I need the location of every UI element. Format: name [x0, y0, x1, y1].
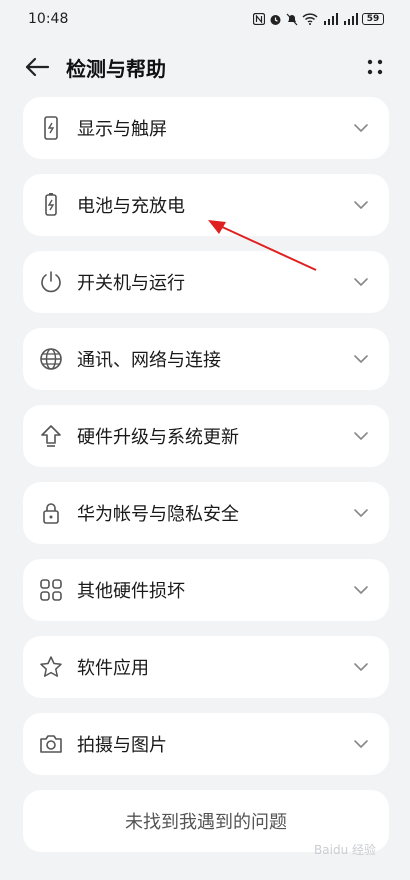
phone-touch-icon	[37, 114, 65, 142]
category-label: 显示与触屏	[77, 119, 167, 140]
status-icons: 59	[253, 13, 384, 26]
category-label: 开关机与运行	[77, 273, 185, 294]
lock-icon	[37, 499, 65, 527]
globe-icon	[37, 345, 65, 373]
status-time: 10:48	[28, 11, 69, 27]
back-arrow-icon[interactable]	[22, 52, 52, 82]
signal-2-icon	[342, 13, 358, 25]
star-icon	[37, 653, 65, 681]
page-title: 检测与帮助	[66, 56, 166, 81]
alarm-icon	[269, 13, 282, 26]
chevron-down-icon	[351, 580, 371, 600]
category-item-upgrade[interactable]: 硬件升级与系统更新	[23, 405, 389, 467]
header: 检测与帮助	[0, 38, 410, 96]
category-item-account-privacy[interactable]: 华为帐号与隐私安全	[23, 482, 389, 544]
category-item-battery[interactable]: 电池与充放电	[23, 174, 389, 236]
mute-icon	[286, 13, 298, 26]
chevron-down-icon	[351, 503, 371, 523]
category-item-software[interactable]: 软件应用	[23, 636, 389, 698]
signal-1-icon	[322, 13, 338, 25]
chevron-down-icon	[351, 349, 371, 369]
watermark: Baidu 经验	[314, 843, 376, 857]
battery-icon: 59	[362, 13, 384, 25]
status-bar: 10:48 59	[0, 0, 410, 38]
category-item-power[interactable]: 开关机与运行	[23, 251, 389, 313]
nfc-icon	[253, 13, 265, 25]
category-item-display-touch[interactable]: 显示与触屏	[23, 97, 389, 159]
wifi-icon	[302, 13, 318, 25]
category-item-network[interactable]: 通讯、网络与连接	[23, 328, 389, 390]
upgrade-arrow-icon	[37, 422, 65, 450]
battery-charging-icon	[37, 191, 65, 219]
chevron-down-icon	[351, 657, 371, 677]
camera-icon	[37, 730, 65, 758]
grid-apps-icon	[37, 576, 65, 604]
chevron-down-icon	[351, 426, 371, 446]
category-label: 其他硬件损坏	[77, 581, 185, 602]
category-label: 电池与充放电	[77, 196, 185, 217]
category-label: 通讯、网络与连接	[77, 350, 221, 371]
category-list: 显示与触屏 电池与充放电 开关机与运行 通讯、网络与连接 硬件升级与系统更新 华…	[23, 97, 389, 852]
category-label: 华为帐号与隐私安全	[77, 504, 239, 525]
chevron-down-icon	[351, 195, 371, 215]
power-icon	[37, 268, 65, 296]
category-label: 拍摄与图片	[77, 735, 167, 756]
category-item-hardware-damage[interactable]: 其他硬件损坏	[23, 559, 389, 621]
chevron-down-icon	[351, 734, 371, 754]
category-label: 软件应用	[77, 658, 149, 679]
chevron-down-icon	[351, 118, 371, 138]
chevron-down-icon	[351, 272, 371, 292]
category-label: 硬件升级与系统更新	[77, 427, 239, 448]
more-dots-icon[interactable]	[360, 52, 390, 82]
category-item-camera[interactable]: 拍摄与图片	[23, 713, 389, 775]
